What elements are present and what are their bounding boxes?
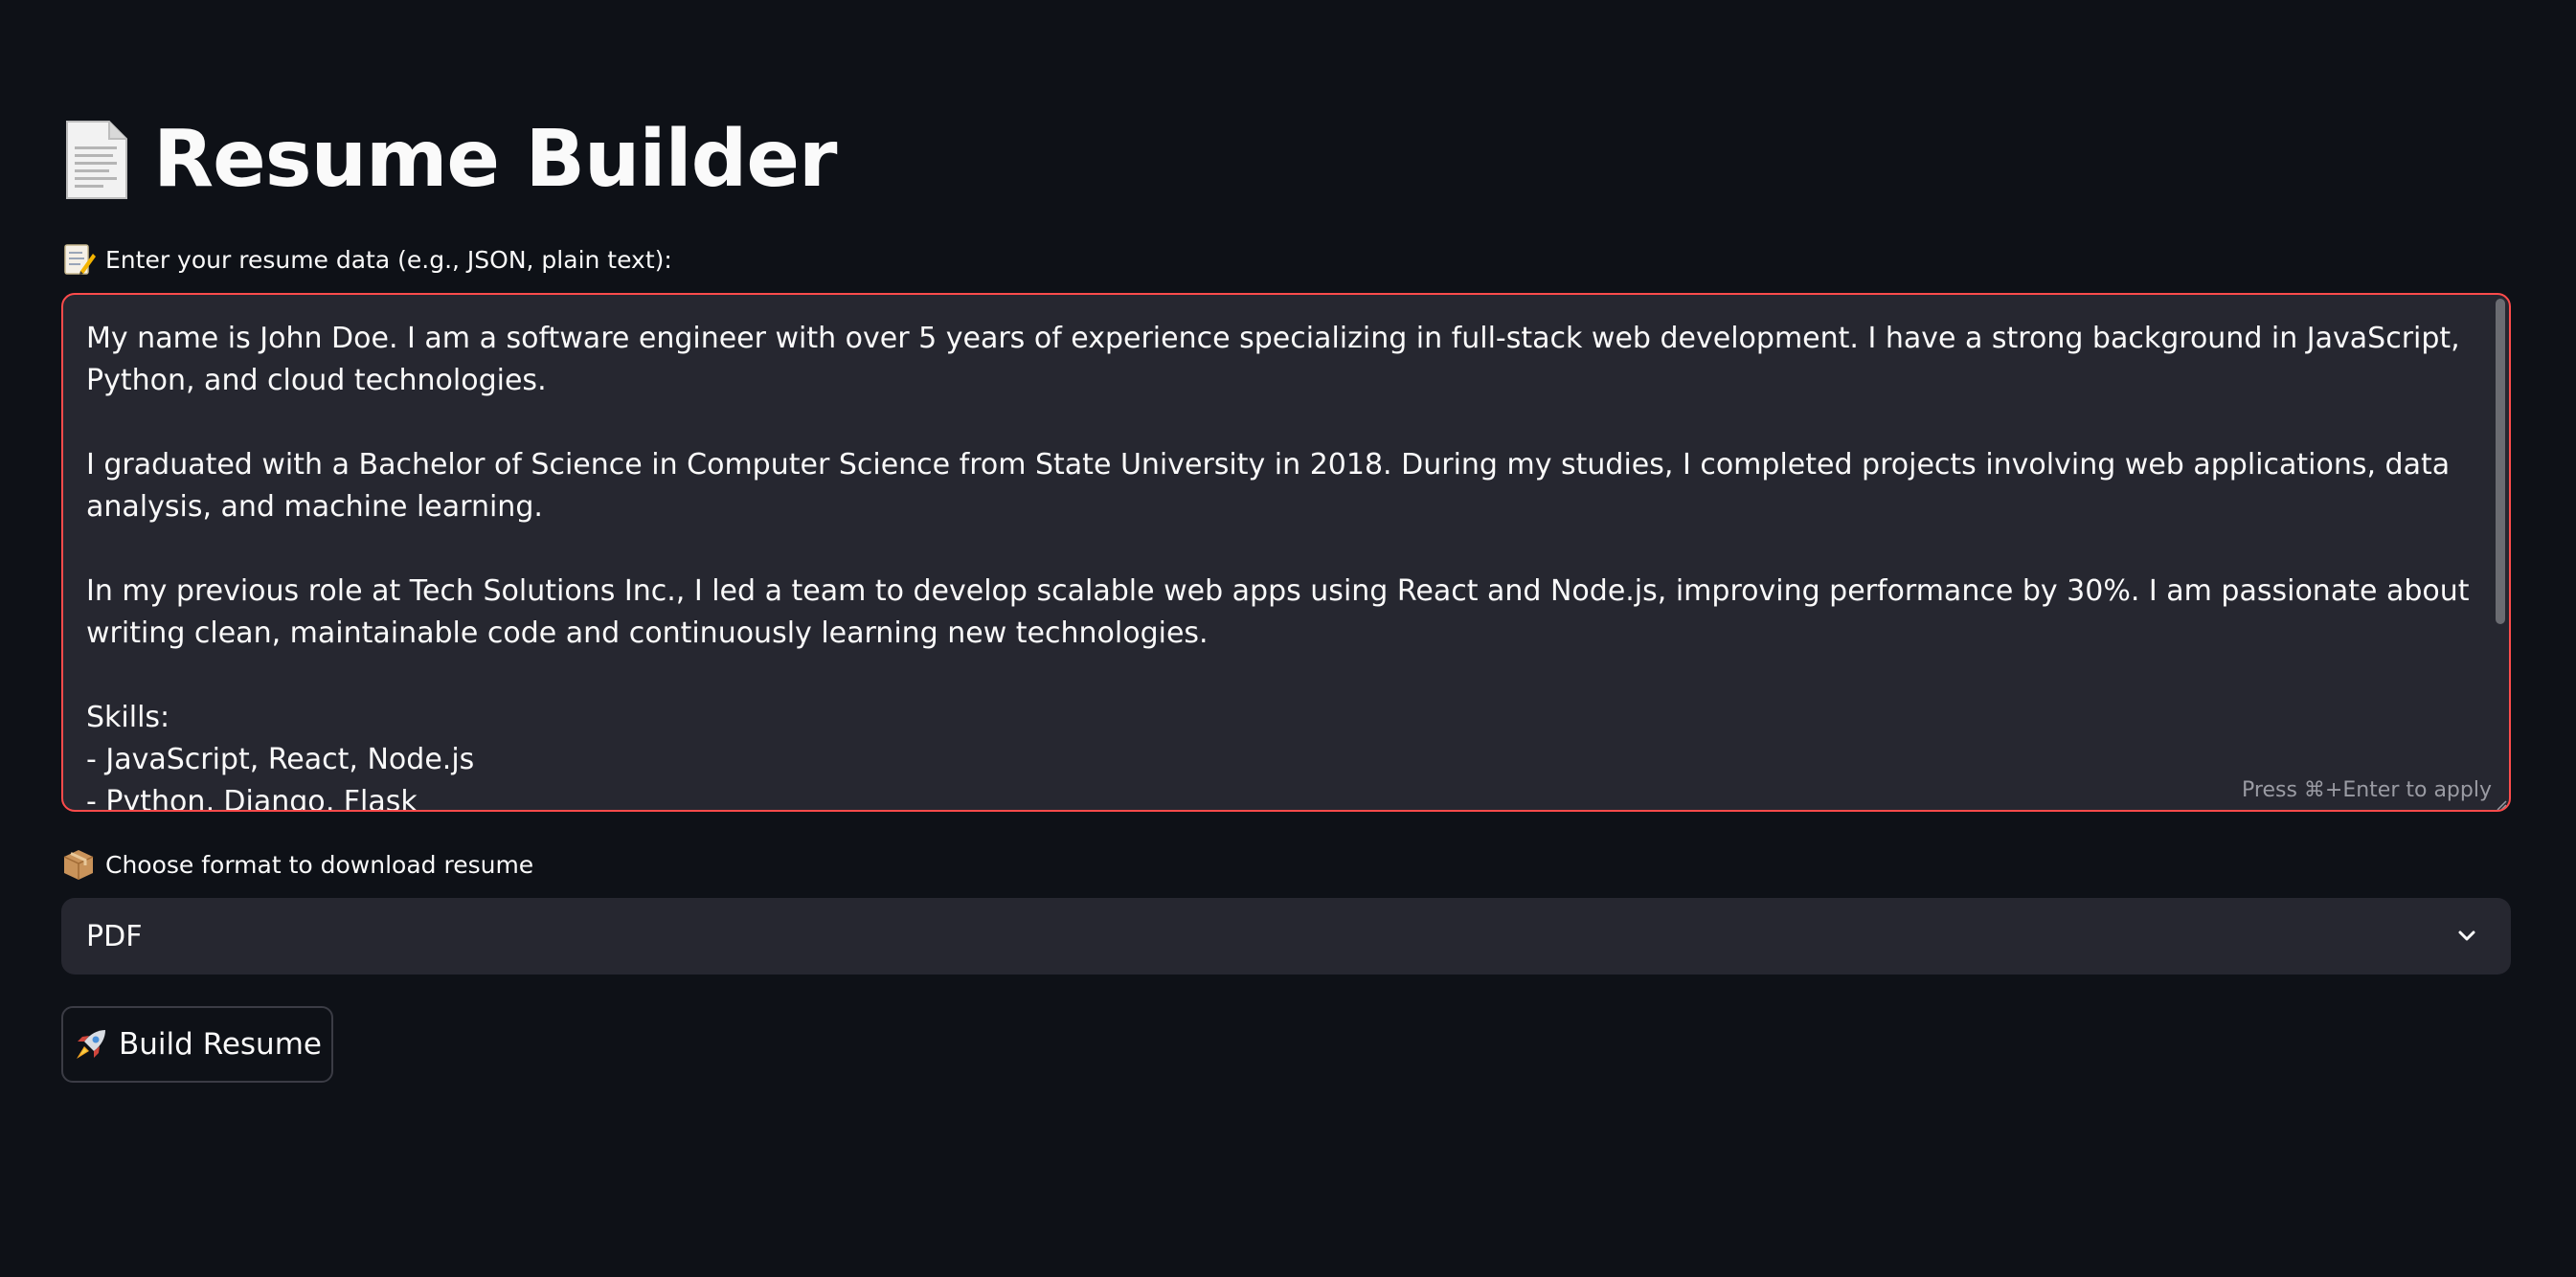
format-select-value: PDF bbox=[86, 919, 143, 953]
resize-handle-icon[interactable] bbox=[2496, 796, 2507, 810]
textarea-scrollbar[interactable] bbox=[2496, 299, 2505, 624]
build-resume-button[interactable]: Build Resume bbox=[61, 1006, 333, 1083]
resume-data-text[interactable]: My name is John Doe. I am a software eng… bbox=[86, 318, 2471, 810]
format-select-label-text: Choose format to download resume bbox=[105, 850, 534, 879]
format-select-label: Choose format to download resume bbox=[61, 847, 533, 882]
build-resume-button-label: Build Resume bbox=[119, 1027, 322, 1062]
apply-hint: Press ⌘+Enter to apply bbox=[2236, 778, 2492, 802]
memo-icon bbox=[61, 242, 96, 277]
resume-data-textarea[interactable]: My name is John Doe. I am a software eng… bbox=[61, 293, 2511, 812]
page-facing-up-icon bbox=[61, 118, 130, 202]
package-icon bbox=[61, 847, 96, 882]
page-header: Resume Builder bbox=[61, 107, 837, 213]
chevron-down-icon[interactable] bbox=[2452, 921, 2482, 952]
app-page: Resume Builder Enter your resume data (e… bbox=[0, 0, 2576, 1277]
format-select[interactable]: PDF bbox=[61, 898, 2511, 975]
resume-input-label: Enter your resume data (e.g., JSON, plai… bbox=[61, 242, 672, 277]
page-title: Resume Builder bbox=[153, 114, 837, 205]
rocket-icon bbox=[73, 1026, 109, 1063]
resume-input-label-text: Enter your resume data (e.g., JSON, plai… bbox=[105, 245, 672, 274]
